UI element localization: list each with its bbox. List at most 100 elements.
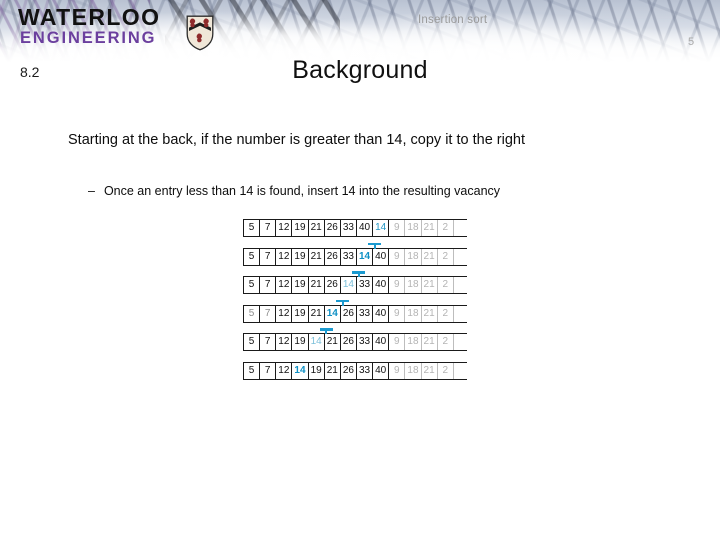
array-cell: 18 xyxy=(405,248,422,265)
array-cell: 9 xyxy=(389,277,406,294)
array-cell: 18 xyxy=(405,305,422,322)
array-cell: 14 xyxy=(340,277,357,294)
array-cell: 19 xyxy=(292,220,309,236)
array-cell: 14 xyxy=(292,362,309,379)
array-cell: 9 xyxy=(389,305,406,322)
array-row: 5 7 12 19 21 26 33 40 14 9 18 21 2 xyxy=(243,219,467,237)
array-cell: 21 xyxy=(421,248,438,265)
array-cell: 12 xyxy=(276,248,293,265)
array-cell: 21 xyxy=(421,305,438,322)
array-cell: 5 xyxy=(244,305,261,322)
array-row: 5 7 12 19 21 26 33 14 40 9 18 21 2 xyxy=(243,242,467,266)
array-cell: 19 xyxy=(308,362,325,379)
array-cell: 33 xyxy=(356,277,374,294)
array-cell: 7 xyxy=(260,305,277,322)
bullet-dash-marker: – xyxy=(88,184,95,198)
array-cell: 9 xyxy=(389,220,406,236)
array-cell: 2 xyxy=(437,220,454,236)
array-row: 5 7 12 19 21 14 26 33 40 9 18 21 2 xyxy=(243,299,467,323)
waterloo-shield-crest-icon xyxy=(186,15,214,51)
array-cell: 26 xyxy=(340,305,357,322)
array-cell: 40 xyxy=(373,362,390,379)
array-cell: 26 xyxy=(340,334,357,351)
slide-topic-label: Insertion sort xyxy=(418,14,488,26)
array-row: 5 7 12 19 21 26 14 33 40 9 18 21 2 xyxy=(243,271,467,295)
array-cell: 7 xyxy=(260,362,277,379)
array-cell: 40 xyxy=(373,248,390,265)
array-cell: 9 xyxy=(389,362,406,379)
array-cell: 21 xyxy=(324,334,341,351)
array-cell: 7 xyxy=(260,277,277,294)
array-cell: 21 xyxy=(308,248,325,265)
array-cell: 2 xyxy=(437,334,454,351)
array-cell: 26 xyxy=(324,248,341,265)
array-cell: 26 xyxy=(324,277,341,294)
array-cell: 14 xyxy=(356,248,374,265)
array-cell: 2 xyxy=(437,305,454,322)
array-cell: 19 xyxy=(292,334,309,351)
array-cell: 2 xyxy=(437,248,454,265)
insertion-position-marker-icon xyxy=(352,271,366,278)
array-cell: 5 xyxy=(244,248,261,265)
array-cell: 5 xyxy=(244,362,261,379)
array-cell: 7 xyxy=(260,248,277,265)
array-cell: 19 xyxy=(292,248,309,265)
array-cell: 40 xyxy=(373,277,390,294)
array-cell: 21 xyxy=(421,277,438,294)
insertion-sort-trace-diagram: 5 7 12 19 21 26 33 40 14 9 18 21 2 5 7 12 19 21 26 33 14 40 9 1… xyxy=(243,219,467,391)
array-cell: 7 xyxy=(260,334,277,351)
array-cell: 21 xyxy=(324,362,341,379)
array-cell: 21 xyxy=(308,305,325,322)
array-cell: 12 xyxy=(276,220,293,236)
array-cell: 18 xyxy=(405,334,422,351)
waterloo-engineering-logo: WATERLOO ENGINEERING xyxy=(18,6,218,54)
array-row: 5 7 12 14 19 21 26 33 40 9 18 21 2 xyxy=(243,361,467,380)
array-cell: 18 xyxy=(405,277,422,294)
array-cell: 5 xyxy=(244,334,261,351)
array-cell: 21 xyxy=(308,277,325,294)
insertion-position-marker-icon xyxy=(368,242,382,249)
array-cell: 12 xyxy=(276,362,293,379)
bullet-primary: Starting at the back, if the number is g… xyxy=(68,132,526,148)
array-cell: 33 xyxy=(340,220,357,236)
array-cell: 19 xyxy=(292,277,309,294)
array-row: 5 7 12 19 14 21 26 33 40 9 18 21 2 xyxy=(243,328,467,352)
array-cell: 40 xyxy=(373,305,390,322)
array-cell: 21 xyxy=(421,334,438,351)
page-number: 5 xyxy=(688,36,695,48)
insertion-position-marker-icon xyxy=(319,328,333,335)
insertion-position-marker-icon xyxy=(336,299,349,306)
array-cell: 12 xyxy=(276,334,293,351)
array-cell: 12 xyxy=(276,277,293,294)
array-cell: 14 xyxy=(308,334,325,351)
array-cell: 19 xyxy=(292,305,309,322)
array-cell: 26 xyxy=(324,220,341,236)
array-cell: 26 xyxy=(340,362,357,379)
array-cell: 33 xyxy=(356,362,374,379)
array-cell: 14 xyxy=(324,305,341,322)
bullet-sub: – Once an entry less than 14 is found, i… xyxy=(88,183,688,201)
array-cell: 21 xyxy=(308,220,325,236)
array-cell: 40 xyxy=(356,220,374,236)
array-cell: 7 xyxy=(260,220,277,236)
array-cell: 21 xyxy=(421,362,438,379)
array-cell: 9 xyxy=(389,248,406,265)
array-cell: 2 xyxy=(437,362,454,379)
page-title: Background xyxy=(292,56,428,84)
array-cell: 14 xyxy=(373,220,390,236)
array-cell: 33 xyxy=(356,334,374,351)
array-cell: 21 xyxy=(421,220,438,236)
array-cell: 33 xyxy=(340,248,357,265)
array-cell: 5 xyxy=(244,220,261,236)
array-cell: 9 xyxy=(389,334,406,351)
array-cell: 40 xyxy=(373,334,390,351)
logo-waterloo-wordmark: WATERLOO xyxy=(18,4,161,30)
array-cell: 5 xyxy=(244,277,261,294)
array-cell: 18 xyxy=(405,362,422,379)
array-cell: 33 xyxy=(356,305,374,322)
array-cell: 2 xyxy=(437,277,454,294)
logo-engineering-wordmark: ENGINEERING xyxy=(20,29,157,47)
array-cell: 12 xyxy=(276,305,293,322)
bullet-sub-text: Once an entry less than 14 is found, ins… xyxy=(103,184,501,198)
array-cell: 18 xyxy=(405,220,422,236)
